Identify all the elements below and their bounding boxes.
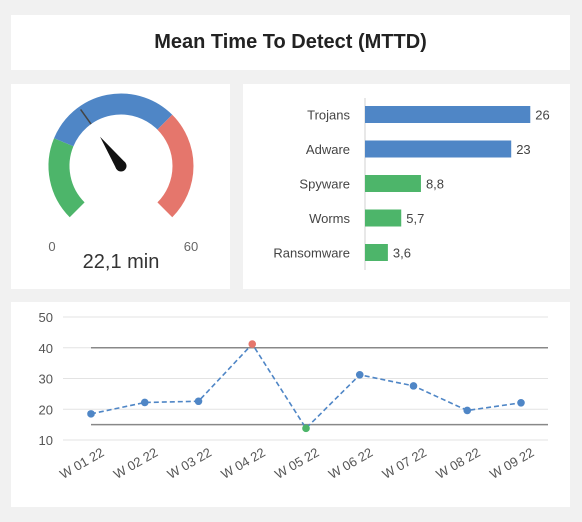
data-point xyxy=(87,410,95,418)
line-chart: 1020304050W 01 22 W 02 22 W 03 22 W 04 22 W … xyxy=(39,310,548,482)
gauge-band-0 xyxy=(48,138,85,218)
bar-4 xyxy=(365,244,388,261)
title-card: Mean Time To Detect (MTTD) xyxy=(11,15,570,70)
bar-value-label: 26 xyxy=(535,108,549,123)
gauge-needle xyxy=(100,136,127,172)
x-tick-label: W 04 22 xyxy=(218,445,267,482)
page-title: Mean Time To Detect (MTTD) xyxy=(154,31,427,53)
bar-category-label: Worms xyxy=(309,211,350,226)
bar-0 xyxy=(365,106,531,123)
gauge-max-label: 60 xyxy=(184,239,198,254)
bar-category-label: Trojans xyxy=(307,108,350,123)
bar-chart: Trojans 26 Adware 23 Spyware 8,8 Worms 5,7 Ranso… xyxy=(273,98,550,270)
x-tick-label: W 06 22 xyxy=(326,445,375,482)
gauge-band-1 xyxy=(54,93,173,147)
gauge-band-2 xyxy=(157,114,194,218)
data-point xyxy=(248,340,257,348)
gauge-chart: 0 60 22,1 min xyxy=(48,93,198,273)
data-point xyxy=(140,398,149,407)
data-point xyxy=(517,398,525,407)
y-tick-label: 20 xyxy=(39,402,53,417)
bar-category-label: Ransomware xyxy=(273,246,350,261)
bar-value-label: 5,7 xyxy=(406,211,424,226)
bar-value-label: 23 xyxy=(516,142,530,157)
data-point xyxy=(194,397,203,406)
bar-category-label: Adware xyxy=(306,142,350,157)
series-line xyxy=(90,342,522,430)
y-tick-label: 30 xyxy=(39,372,53,387)
y-tick-label: 10 xyxy=(39,433,53,448)
gauge-card: 0 60 22,1 min xyxy=(11,84,230,289)
y-tick-label: 50 xyxy=(39,310,53,325)
gauge-value-label: 22,1 min xyxy=(83,251,160,273)
x-tick-label: W 01 22 xyxy=(57,445,106,482)
y-tick-label: 40 xyxy=(39,341,53,356)
x-tick-label: W 03 22 xyxy=(165,445,214,482)
data-point xyxy=(409,382,418,390)
x-tick-label: W 07 22 xyxy=(380,445,429,482)
bar-chart-card: Trojans 26 Adware 23 Spyware 8,8 Worms 5,7 Ranso… xyxy=(243,84,570,289)
bar-1 xyxy=(365,140,512,158)
data-point xyxy=(355,371,364,379)
gauge-min-label: 0 xyxy=(48,239,55,254)
data-point xyxy=(463,406,472,415)
x-tick-label: W 02 22 xyxy=(111,445,160,482)
data-point xyxy=(302,424,310,433)
bar-category-label: Spyware xyxy=(299,177,350,192)
x-tick-label: W 09 22 xyxy=(487,445,536,482)
bar-value-label: 8,8 xyxy=(426,177,444,192)
x-tick-label: W 08 22 xyxy=(433,445,482,482)
bar-value-label: 3,6 xyxy=(393,246,411,261)
bar-2 xyxy=(365,175,421,192)
bar-3 xyxy=(365,209,402,227)
x-tick-label: W 05 22 xyxy=(272,445,321,482)
line-chart-card: 10 20 30 40 50 W 01 22 W 02 22 W 03 22 W 04 22 W … xyxy=(11,302,570,507)
